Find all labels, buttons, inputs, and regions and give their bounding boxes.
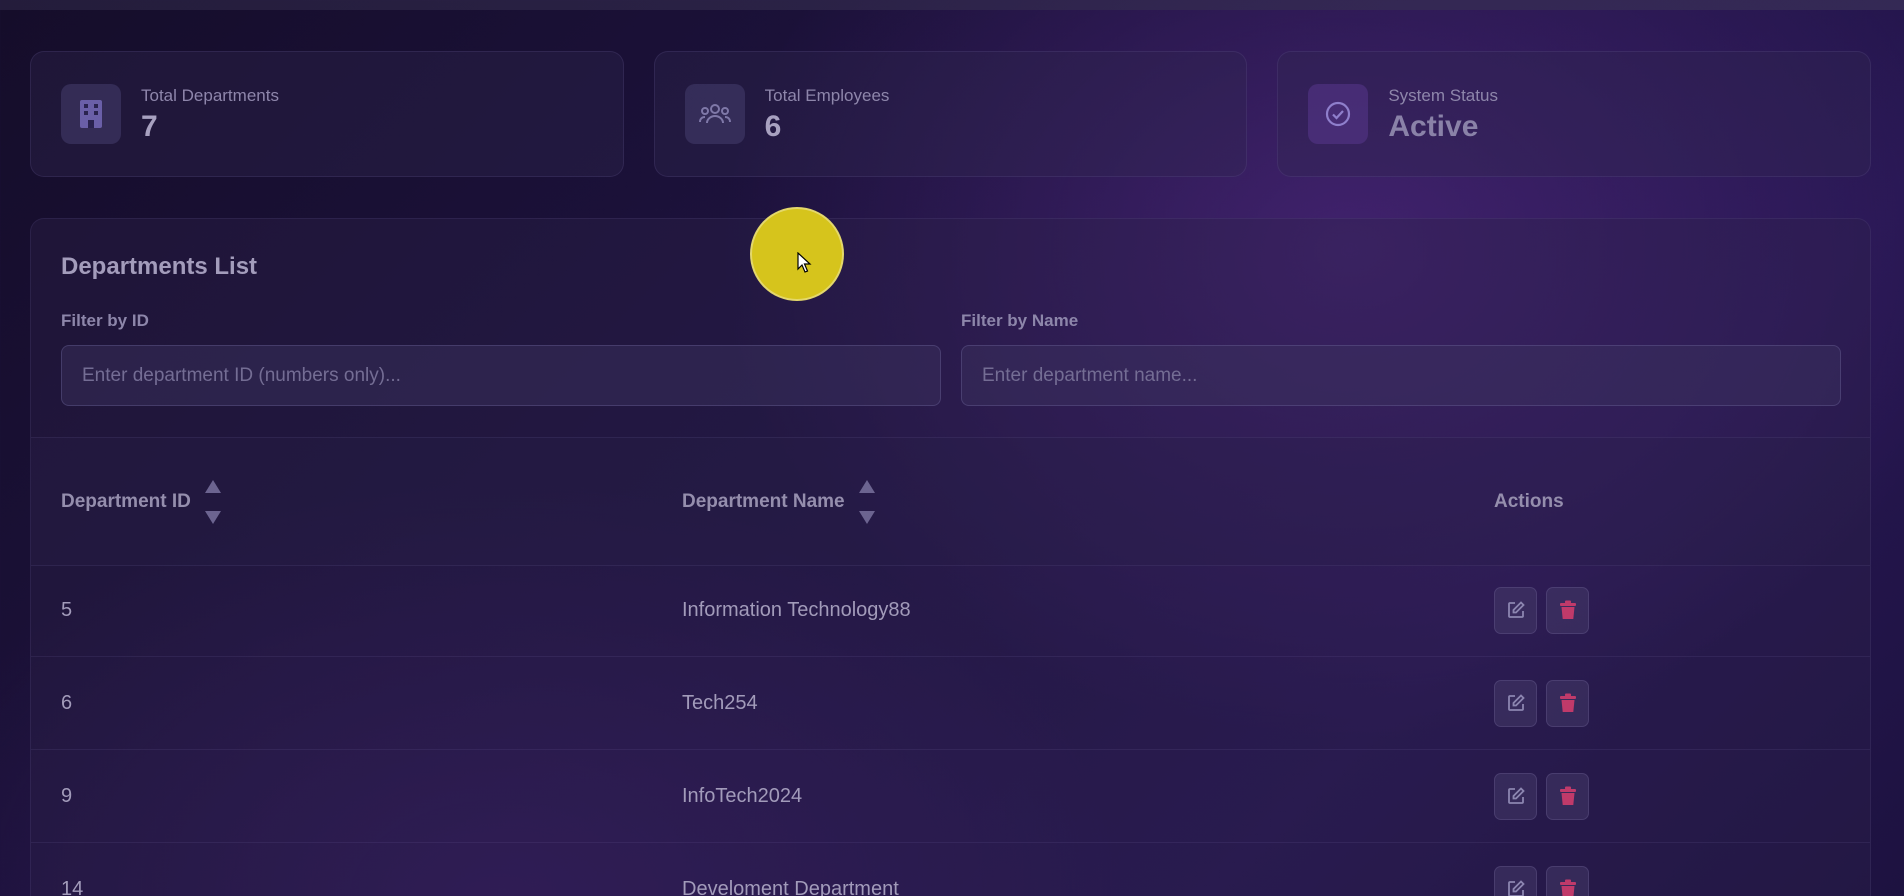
edit-icon [1507,601,1525,618]
row-actions [1494,657,1589,749]
filter-name-group: Filter by Name [961,311,1841,406]
stat-value: 7 [141,110,158,143]
cell-department-id: 14 [61,877,84,896]
filter-name-input[interactable] [961,345,1841,406]
stat-label: Total Departments [141,86,279,105]
panel-title: Departments List [61,253,258,280]
column-header-label: Department Name [682,490,845,512]
sort-down-icon[interactable] [204,510,221,524]
edit-icon [1507,787,1525,804]
column-header-label: Department ID [61,490,191,512]
sort-control-name[interactable] [858,479,875,524]
column-header-name[interactable]: Department Name [682,438,875,565]
trash-icon [1559,786,1576,805]
cell-department-name: Information Technology88 [682,598,911,621]
table-row: 5 Information Technology88 [31,564,1870,657]
sort-up-icon[interactable] [204,479,221,493]
table-row: 14 Develoment Department [31,843,1870,896]
edit-button[interactable] [1494,865,1537,896]
cell-department-id: 9 [61,784,73,807]
departments-panel: Departments List Filter by ID Filter by … [30,218,1871,896]
trash-icon [1559,879,1576,896]
cell-department-name: Tech254 [682,691,758,714]
row-actions [1494,843,1589,896]
stat-card-departments: Total Departments 7 [30,51,624,177]
table-body: 5 Information Technology88 6 Tech254 9 I… [31,564,1870,896]
filter-name-label: Filter by Name [961,311,1079,330]
row-actions [1494,564,1589,656]
cell-department-name: InfoTech2024 [682,784,803,807]
table-row: 9 InfoTech2024 [31,750,1870,843]
table-row: 6 Tech254 [31,657,1870,750]
users-icon [684,84,745,144]
delete-button[interactable] [1546,865,1589,896]
stat-value: 6 [764,110,782,143]
row-actions [1494,750,1589,842]
trash-icon [1559,693,1576,712]
stat-card-employees: Total Employees 6 [653,51,1248,177]
edit-button[interactable] [1494,679,1537,727]
filter-id-input[interactable] [61,345,941,406]
filter-id-group: Filter by ID [61,311,941,406]
check-circle-icon [1308,84,1369,144]
trash-icon [1559,600,1576,619]
column-header-actions: Actions [1494,438,1564,565]
cell-department-name: Develoment Department [682,877,899,896]
sort-up-icon[interactable] [858,479,875,493]
sort-control-id[interactable] [204,479,221,524]
column-header-label: Actions [1494,490,1564,512]
mouse-pointer-icon [797,252,812,273]
delete-button[interactable] [1546,586,1589,634]
delete-button[interactable] [1546,679,1589,727]
sort-down-icon[interactable] [858,510,875,524]
building-icon [61,84,121,144]
stats-row: Total Departments 7 Total Employees 6 Sy… [30,51,1872,177]
edit-button[interactable] [1494,772,1537,820]
stat-label: System Status [1388,86,1498,105]
edit-icon [1507,880,1525,896]
column-header-id[interactable]: Department ID [61,438,221,565]
stat-card-system-status: System Status Active [1277,51,1872,177]
table-header: Department ID Department Name Actions [31,437,1870,566]
filter-id-label: Filter by ID [61,311,149,330]
top-bar [0,0,1904,10]
stat-label: Total Employees [764,86,890,105]
cell-department-id: 5 [61,598,73,621]
cell-department-id: 6 [61,691,73,714]
delete-button[interactable] [1546,772,1589,820]
status-value: Active [1388,110,1479,143]
edit-button[interactable] [1494,586,1537,634]
edit-icon [1507,694,1525,711]
